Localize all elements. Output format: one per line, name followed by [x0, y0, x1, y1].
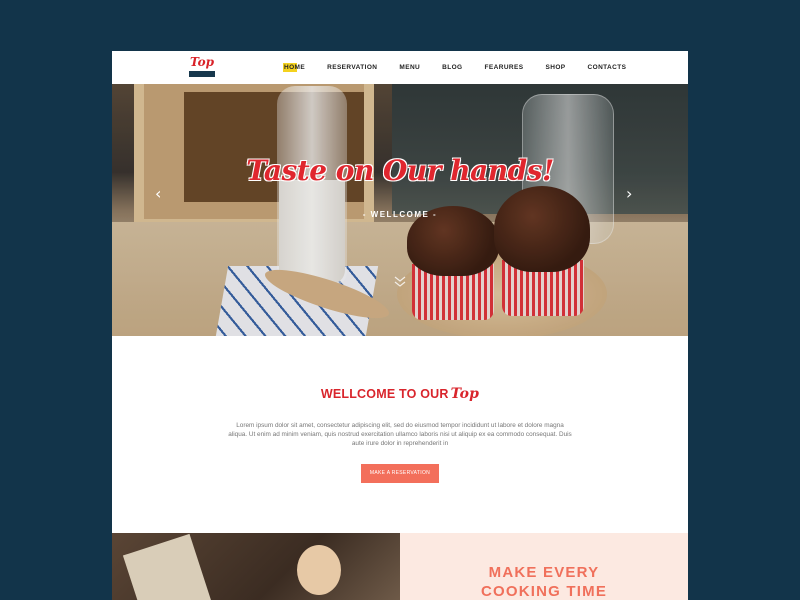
- main-nav: HOME RESERVATION MENU BLOG FEARURES SHOP…: [282, 51, 627, 84]
- egg-image: [297, 545, 341, 595]
- nav-item-menu[interactable]: MENU: [399, 51, 420, 84]
- welcome-body-text: Lorem ipsum dolor sit amet, consectetur …: [228, 422, 572, 447]
- nav-item-contacts[interactable]: CONTACTS: [588, 51, 627, 84]
- flour-bag-image: [122, 533, 212, 600]
- nav-item-shop[interactable]: SHOP: [545, 51, 565, 84]
- baking-ingredients-image: [112, 533, 400, 600]
- promo-panel: MAKE EVERY COOKING TIME: [400, 533, 688, 600]
- double-chevron-down-icon[interactable]: [393, 274, 407, 291]
- site-header: Top HOME RESERVATION MENU BLOG FEARURES …: [112, 51, 688, 84]
- hero-subtitle: - WELLCOME -: [362, 210, 438, 219]
- chevron-right-icon[interactable]: ›: [626, 186, 632, 202]
- logo-text: Top: [190, 55, 214, 69]
- chevron-left-icon[interactable]: ‹: [155, 186, 161, 202]
- welcome-title: WELLCOME TO OUR Top: [112, 386, 688, 402]
- make-reservation-button[interactable]: MAKE A RESERVATION: [361, 464, 439, 483]
- nav-item-home[interactable]: HOME: [282, 51, 305, 84]
- promo-title: MAKE EVERY COOKING TIME: [400, 563, 688, 600]
- hero-title: Taste on Our hands!: [246, 154, 554, 187]
- nav-item-features[interactable]: FEARURES: [485, 51, 524, 84]
- welcome-title-text: WELLCOME TO OUR: [320, 387, 449, 401]
- promo-title-line-1: MAKE EVERY: [488, 564, 600, 581]
- welcome-title-script: Top: [450, 386, 480, 402]
- logo-band: [189, 71, 215, 77]
- nav-item-blog[interactable]: BLOG: [442, 51, 462, 84]
- hero-slider: Taste on Our hands! - WELLCOME - ‹ ›: [112, 84, 688, 336]
- nav-item-reservation[interactable]: RESERVATION: [327, 51, 377, 84]
- welcome-section: WELLCOME TO OUR Top Lorem ipsum dolor sit…: [112, 336, 688, 533]
- website-page: Top HOME RESERVATION MENU BLOG FEARURES …: [112, 51, 688, 600]
- promo-title-line-2: COOKING TIME: [480, 583, 608, 600]
- site-logo[interactable]: Top: [188, 55, 216, 80]
